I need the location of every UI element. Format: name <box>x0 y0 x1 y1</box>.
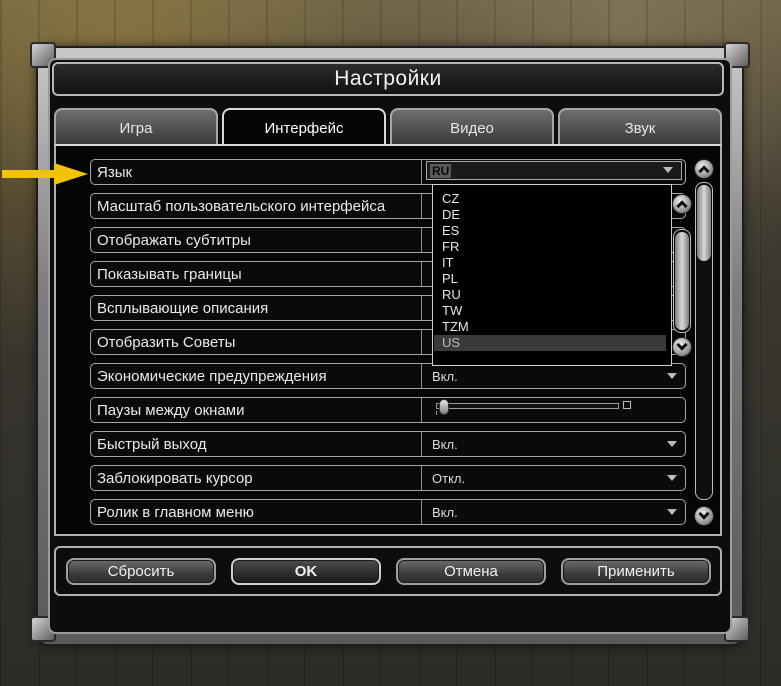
language-option[interactable]: FR <box>434 239 666 255</box>
tab-interface[interactable]: Интерфейс <box>222 108 386 144</box>
lock-cursor-dropdown[interactable]: Откл. <box>422 466 685 490</box>
menu-video-dropdown[interactable]: Вкл. <box>422 500 685 524</box>
setting-label: Всплывающие описания <box>97 299 269 317</box>
setting-label: Паузы между окнами <box>97 401 245 419</box>
setting-label: Заблокировать курсор <box>97 469 253 487</box>
chevron-down-icon <box>667 441 677 447</box>
setting-row-menu-video[interactable]: Ролик в главном меню Вкл. <box>90 499 686 525</box>
dropdown-scrollbar-thumb[interactable] <box>675 232 689 330</box>
setting-row-quick-exit[interactable]: Быстрый выход Вкл. <box>90 431 686 457</box>
chevron-down-icon <box>663 167 673 173</box>
chevron-down-icon <box>667 475 677 481</box>
cancel-button[interactable]: Отмена <box>396 558 546 585</box>
chevron-up-icon <box>676 200 688 212</box>
language-selected-value: RU <box>430 164 452 178</box>
chevron-down-icon <box>698 508 710 520</box>
language-option[interactable]: TZM <box>434 319 666 335</box>
setting-row-window-pauses[interactable]: Паузы между окнами <box>90 397 686 423</box>
setting-label: Отображать субтитры <box>97 231 251 249</box>
dropdown-value: Вкл. <box>432 436 458 452</box>
setting-label: Быстрый выход <box>97 435 207 453</box>
title-bar: Настройки <box>52 62 724 96</box>
panel-scrollbar-track[interactable] <box>695 182 713 500</box>
reset-button[interactable]: Сбросить <box>66 558 216 585</box>
scroll-up-button[interactable] <box>694 159 714 179</box>
setting-label: Отобразить Советы <box>97 333 236 351</box>
dropdown-scrollbar-track[interactable] <box>673 229 691 333</box>
chevron-down-icon <box>667 509 677 515</box>
window-pauses-slider[interactable] <box>422 398 685 422</box>
language-option[interactable]: DE <box>434 207 666 223</box>
setting-label: Масштаб пользовательского интерфейса <box>97 197 386 215</box>
slider-thumb[interactable] <box>438 399 449 415</box>
chevron-down-icon <box>667 373 677 379</box>
slider-max-marker <box>623 401 631 409</box>
language-option[interactable]: PL <box>434 271 666 287</box>
dropdown-value: Вкл. <box>432 368 458 384</box>
setting-label: Ролик в главном меню <box>97 503 254 521</box>
setting-label: Экономические предупреждения <box>97 367 327 385</box>
scroll-down-button[interactable] <box>694 506 714 526</box>
language-option[interactable]: TW <box>434 303 666 319</box>
setting-row-lock-cursor[interactable]: Заблокировать курсор Откл. <box>90 465 686 491</box>
setting-label: Язык <box>97 163 133 181</box>
slider-tick <box>436 411 437 415</box>
quick-exit-dropdown[interactable]: Вкл. <box>422 432 685 456</box>
economic-warnings-dropdown[interactable]: Вкл. <box>422 364 685 388</box>
tab-sound[interactable]: Звук <box>558 108 722 144</box>
language-option[interactable]: ES <box>434 223 666 239</box>
language-option-highlighted[interactable]: US <box>434 335 666 351</box>
chevron-down-icon <box>676 339 688 351</box>
panel-scrollbar-thumb[interactable] <box>697 185 711 261</box>
language-option[interactable]: IT <box>434 255 666 271</box>
apply-button[interactable]: Применить <box>561 558 711 585</box>
yellow-arrow-icon <box>2 163 88 185</box>
dropdown-value: Вкл. <box>432 504 458 520</box>
dropdown-scroll-down-button[interactable] <box>672 337 692 357</box>
setting-row-economic-warnings[interactable]: Экономические предупреждения Вкл. <box>90 363 686 389</box>
tab-bar: Игра Интерфейс Видео Звук <box>54 108 722 144</box>
window-title: Настройки <box>334 67 442 90</box>
chevron-up-icon <box>698 165 710 177</box>
dropdown-scroll-up-button[interactable] <box>672 194 692 214</box>
slider-track[interactable] <box>436 399 619 415</box>
language-dropdown[interactable]: RU <box>426 161 682 180</box>
setting-label: Показывать границы <box>97 265 242 283</box>
language-option[interactable]: RU <box>434 287 666 303</box>
language-option[interactable]: CZ <box>434 191 666 207</box>
dropdown-value: Откл. <box>432 470 466 486</box>
ok-button[interactable]: OK <box>231 558 381 585</box>
tab-game[interactable]: Игра <box>54 108 218 144</box>
language-options-list: CZ DE ES FR IT PL RU TW TZM US <box>432 184 692 366</box>
tab-video[interactable]: Видео <box>390 108 554 144</box>
